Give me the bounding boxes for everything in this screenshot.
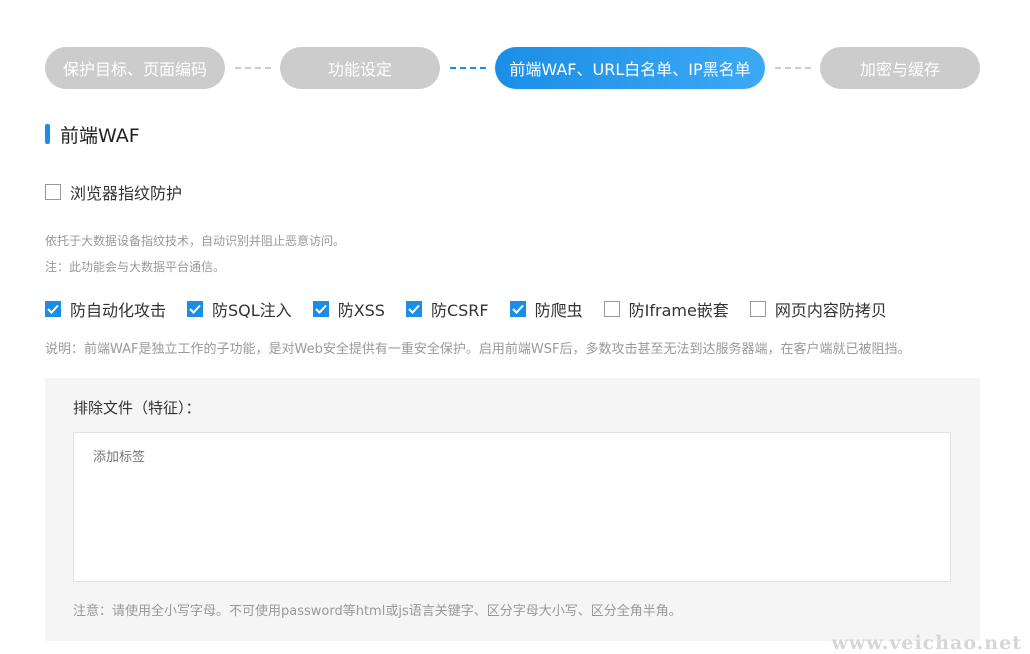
tags-input-box[interactable] (73, 432, 951, 582)
option-label: 防SQL注入 (212, 301, 292, 320)
option-anti-xss[interactable]: 防XSS (312, 297, 385, 321)
option-label: 防自动化攻击 (70, 301, 167, 320)
option-label: 防爬虫 (534, 301, 583, 320)
checkbox-checked-icon[interactable] (312, 301, 329, 317)
section-accent-bar (45, 124, 50, 144)
exclude-files-note: 注意：请使用全小写字母。不可使用password等html或js语言关键字、区分… (73, 604, 682, 619)
fingerprint-desc-line2: 注：此功能会与大数据平台通信。 (45, 260, 226, 274)
checkbox-checked-icon[interactable] (187, 301, 204, 317)
option-anti-iframe[interactable]: 防Iframe嵌套 (603, 297, 729, 321)
checkbox-unchecked[interactable] (603, 301, 620, 317)
step-protect-target[interactable]: 保护目标、页面编码 (45, 47, 225, 89)
option-anti-copy[interactable]: 网页内容防拷贝 (749, 297, 887, 321)
option-anti-automation[interactable]: 防自动化攻击 (45, 297, 166, 321)
option-anti-csrf[interactable]: 防CSRF (405, 297, 489, 321)
step-function-settings[interactable]: 功能设定 (280, 47, 440, 89)
step-frontend-waf[interactable]: 前端WAF、URL白名单、IP黑名单 (495, 47, 765, 89)
fingerprint-desc-line1: 依托于大数据设备指纹技术，自动识别并阻止恶意访问。 (45, 234, 346, 248)
option-label: 网页内容防拷贝 (774, 301, 887, 320)
exclude-files-panel: 排除文件（特征）： 注意：请使用全小写字母。不可使用password等html或… (45, 378, 980, 641)
step-connector (450, 67, 486, 69)
step-encrypt-cache[interactable]: 加密与缓存 (820, 47, 980, 89)
section-header: 前端WAF (45, 122, 140, 147)
checkbox-unchecked[interactable] (749, 301, 766, 317)
fingerprint-label: 浏览器指纹防护 (70, 184, 183, 203)
checkbox-checked-icon[interactable] (405, 301, 422, 317)
option-label: 防Iframe嵌套 (628, 301, 729, 320)
checkbox-checked-icon[interactable] (45, 301, 61, 317)
step-connector (235, 67, 271, 69)
option-label: 防CSRF (430, 301, 489, 320)
waf-description: 说明：前端WAF是独立工作的子功能，是对Web安全提供有一重安全保护。启用前端W… (45, 342, 911, 357)
watermark: www.veichao.net (831, 632, 1022, 654)
section-title: 前端WAF (60, 124, 140, 147)
step-connector (775, 67, 811, 69)
fingerprint-checkbox[interactable] (45, 184, 61, 200)
exclude-files-label: 排除文件（特征）： (73, 399, 201, 417)
waf-options: 防自动化攻击 防SQL注入 防XSS 防CSRF 防爬虫 防Iframe嵌套 网… (45, 297, 908, 321)
option-anti-sql-injection[interactable]: 防SQL注入 (187, 297, 292, 321)
checkbox-checked-icon[interactable] (509, 301, 526, 317)
wizard-steps: 保护目标、页面编码 功能设定 前端WAF、URL白名单、IP黑名单 加密与缓存 (45, 47, 980, 89)
option-label: 防XSS (337, 301, 385, 320)
add-tag-input[interactable] (93, 450, 393, 465)
option-anti-crawler[interactable]: 防爬虫 (509, 297, 583, 321)
fingerprint-option[interactable]: 浏览器指纹防护 (45, 180, 182, 204)
